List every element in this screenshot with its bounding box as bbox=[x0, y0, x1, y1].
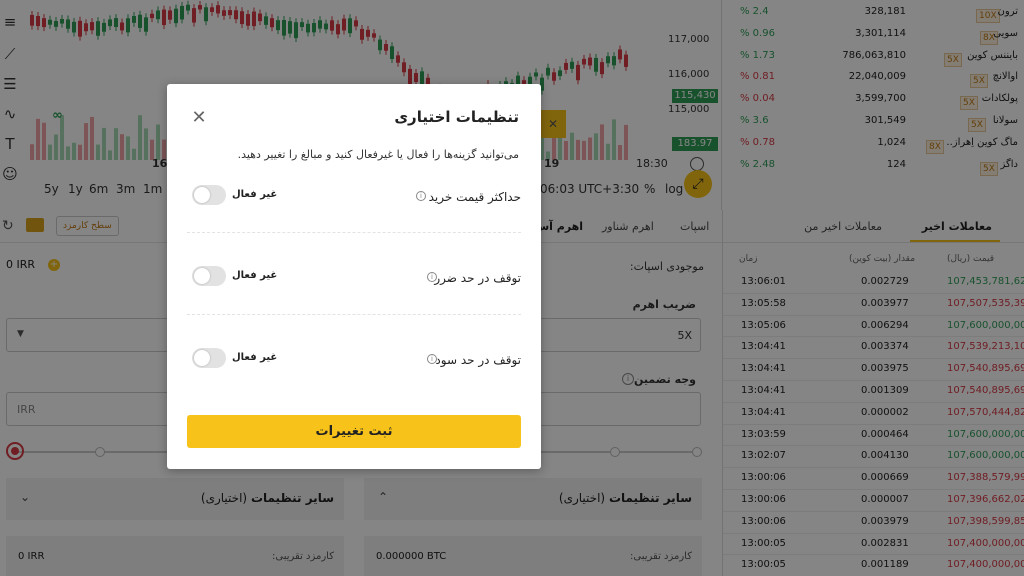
submit-changes-button[interactable]: ثبت تغییرات bbox=[187, 415, 521, 448]
option-label: توقف در حد سود bbox=[435, 353, 521, 367]
info-icon[interactable]: i bbox=[416, 191, 426, 201]
modal-title: تنظیمات اختیاری bbox=[394, 108, 519, 126]
modal-description: می‌توانید گزینه‌ها را فعال یا غیرفعال کن… bbox=[237, 148, 519, 161]
app: ≡ ⟋ ☰ ∿ T ☺ ∞ 117,000 116,000 115,000 11… bbox=[0, 0, 1024, 576]
toggle-state: غیر فعال bbox=[232, 189, 278, 200]
option-max-buy-price: حداکثر قیمت خرید i غیر فعال bbox=[187, 185, 521, 225]
info-icon[interactable]: i bbox=[427, 354, 437, 364]
option-label: حداکثر قیمت خرید bbox=[428, 190, 521, 204]
option-take-profit: توقف در حد سود i غیر فعال bbox=[187, 348, 521, 388]
optional-settings-modal: تنظیمات اختیاری ✕ می‌توانید گزینه‌ها را … bbox=[167, 84, 541, 469]
option-label: توقف در حد ضرر bbox=[434, 271, 521, 285]
toggle-state: غیر فعال bbox=[232, 352, 278, 363]
option-stop-loss: توقف در حد ضرر i غیر فعال bbox=[187, 266, 521, 306]
toggle-state: غیر فعال bbox=[232, 270, 278, 281]
toggle-knob bbox=[194, 268, 210, 284]
divider bbox=[187, 314, 521, 315]
divider bbox=[187, 232, 521, 233]
info-icon[interactable]: i bbox=[427, 272, 437, 282]
toggle-knob bbox=[194, 350, 210, 366]
toggle-knob bbox=[194, 187, 210, 203]
take-profit-toggle[interactable] bbox=[192, 348, 226, 368]
max-buy-price-toggle[interactable] bbox=[192, 185, 226, 205]
close-icon[interactable]: ✕ bbox=[189, 108, 209, 128]
stop-loss-toggle[interactable] bbox=[192, 266, 226, 286]
